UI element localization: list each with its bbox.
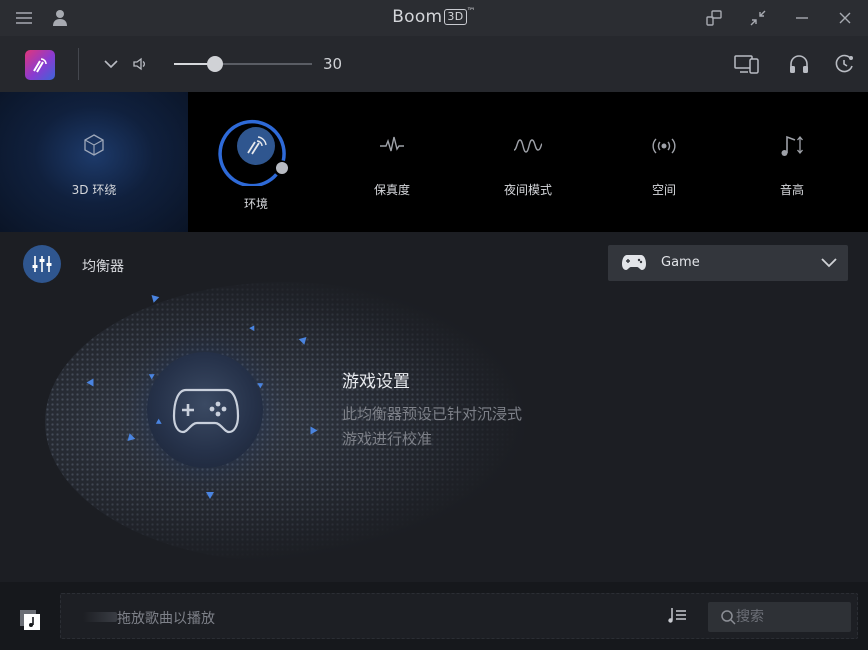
effect-label: 3D 环绕 xyxy=(71,183,117,197)
app-name-badge: 3D xyxy=(444,9,467,25)
effect-spatial[interactable]: 空间 xyxy=(596,92,732,232)
direction-arrow xyxy=(86,378,94,387)
effect-label: 空间 xyxy=(651,183,676,197)
direction-arrow xyxy=(206,492,214,499)
playlist-icon[interactable] xyxy=(667,605,687,629)
search-icon xyxy=(720,609,736,629)
chevron-down-icon[interactable] xyxy=(102,56,120,72)
volume-slider[interactable] xyxy=(174,56,312,72)
ambience-icon xyxy=(245,136,267,160)
effect-label: 保真度 xyxy=(373,183,410,197)
compact-mode-icon[interactable] xyxy=(748,8,768,28)
spatial-icon xyxy=(650,136,678,160)
app-brand: Boom 3D ™ xyxy=(0,7,868,27)
trademark: ™ xyxy=(466,7,476,17)
device-output-icon[interactable] xyxy=(733,52,761,76)
effect-label: 音高 xyxy=(779,183,804,197)
fidelity-wave-icon xyxy=(379,136,405,160)
effect-fidelity[interactable]: 保真度 xyxy=(324,92,460,232)
timer-icon[interactable] xyxy=(832,52,856,76)
effect-night-mode[interactable]: 夜间模式 xyxy=(460,92,596,232)
toolbar-divider xyxy=(78,48,79,80)
effect-label: 环境 xyxy=(243,197,268,211)
search-input[interactable] xyxy=(736,607,846,627)
mini-player-icon[interactable] xyxy=(19,609,41,635)
gamepad-icon xyxy=(621,252,647,276)
chevron-down-icon xyxy=(820,254,838,274)
volume-value: 30 xyxy=(323,55,343,73)
app-name: Boom xyxy=(392,7,443,27)
remote-icon[interactable] xyxy=(704,8,724,28)
effect-3d-surround[interactable]: 3D 环绕 xyxy=(0,92,188,232)
equalizer-title: 均衡器 xyxy=(82,259,124,275)
boom-logo[interactable] xyxy=(25,50,55,80)
title-bar: Boom 3D ™ xyxy=(0,0,868,36)
direction-arrow xyxy=(148,292,160,303)
drop-zone-hint: 拖放歌曲以播放 xyxy=(117,611,215,627)
bottom-bar: 拖放歌曲以播放 xyxy=(0,582,868,650)
headphones-icon[interactable] xyxy=(787,52,811,76)
preset-description: 此均衡器预设已针对沉浸式游戏进行校准 xyxy=(342,405,523,448)
drop-zone[interactable]: 拖放歌曲以播放 xyxy=(60,593,858,639)
toolbar: 30 xyxy=(0,36,868,92)
search-box[interactable] xyxy=(708,602,851,632)
volume-slider-knob[interactable] xyxy=(207,56,224,72)
cube-icon xyxy=(81,132,107,162)
preset-value: Game xyxy=(661,255,700,270)
effects-bar: 3D 环绕 环境 保真度 夜间模式 空间 音高 xyxy=(0,92,868,232)
preset-title: 游戏设置 xyxy=(342,372,410,392)
equalizer-icon[interactable] xyxy=(23,245,61,283)
effect-pitch[interactable]: 音高 xyxy=(732,92,852,232)
pitch-icon xyxy=(779,134,805,162)
minimize-icon[interactable] xyxy=(792,8,812,28)
night-mode-wave-icon xyxy=(513,136,543,160)
drop-zone-fade xyxy=(83,612,117,622)
direction-arrow xyxy=(310,426,318,435)
effect-ambience[interactable]: 环境 xyxy=(188,92,324,232)
close-icon[interactable] xyxy=(835,8,855,28)
speaker-icon[interactable] xyxy=(131,55,149,73)
gamepad-icon xyxy=(172,378,240,442)
preset-dropdown[interactable]: Game xyxy=(608,245,848,281)
effect-label: 夜间模式 xyxy=(503,183,552,197)
